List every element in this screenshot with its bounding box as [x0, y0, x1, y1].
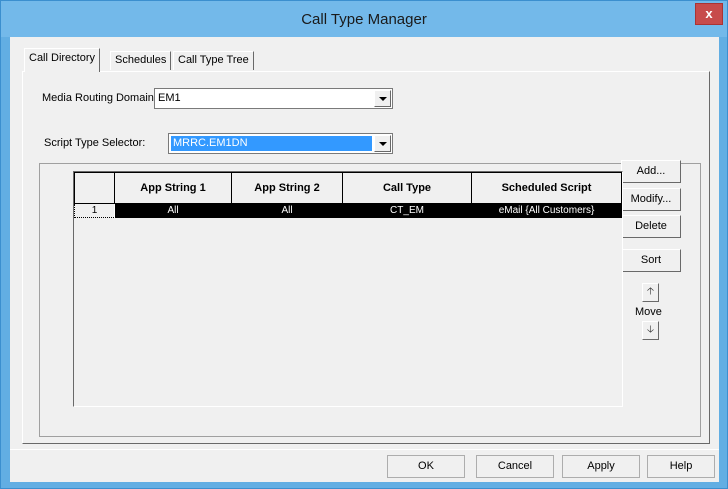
table-row[interactable]: 1 All All CT_EM eMail {All Customers}: [74, 203, 622, 218]
sort-button[interactable]: Sort: [621, 249, 681, 272]
call-type-manager-window: Call Type Manager x Call Directory Sched…: [0, 0, 728, 489]
move-label: Move: [635, 306, 662, 318]
help-button[interactable]: Help: [647, 455, 715, 478]
tab-call-type-tree[interactable]: Call Type Tree: [173, 51, 254, 70]
chevron-down-icon[interactable]: [374, 135, 391, 152]
add-button[interactable]: Add...: [621, 160, 681, 183]
footer-divider: [10, 449, 719, 450]
column-header-scheduled-script[interactable]: Scheduled Script: [471, 172, 622, 204]
column-header-app-string-2[interactable]: App String 2: [231, 172, 343, 204]
cancel-button[interactable]: Cancel: [476, 455, 554, 478]
ok-button[interactable]: OK: [387, 455, 465, 478]
script-type-selector-label: Script Type Selector:: [44, 137, 146, 149]
window-title: Call Type Manager: [301, 11, 427, 28]
chevron-down-icon[interactable]: [374, 90, 391, 107]
arrow-down-icon: 🡣: [646, 324, 655, 335]
delete-button[interactable]: Delete: [621, 215, 681, 238]
grid-header-row: App String 1 App String 2 Call Type Sche…: [74, 172, 622, 204]
script-type-selector-value: MRRC.EM1DN: [171, 136, 372, 151]
title-bar[interactable]: Call Type Manager x: [1, 1, 727, 37]
column-header-call-type[interactable]: Call Type: [342, 172, 472, 204]
grid-table: App String 1 App String 2 Call Type Sche…: [74, 172, 622, 218]
column-header-app-string-1[interactable]: App String 1: [114, 172, 232, 204]
call-directory-grid[interactable]: App String 1 App String 2 Call Type Sche…: [73, 171, 623, 407]
close-button[interactable]: x: [695, 3, 723, 25]
media-routing-domain-value: EM1: [158, 92, 181, 104]
tab-schedules[interactable]: Schedules: [110, 51, 172, 70]
arrow-up-icon: 🡡: [646, 286, 655, 297]
row-number-header: [74, 172, 115, 204]
app-string-1-cell[interactable]: All: [114, 203, 232, 218]
call-type-cell[interactable]: CT_EM: [342, 203, 472, 218]
move-up-button[interactable]: 🡡: [642, 283, 659, 302]
row-number-cell[interactable]: 1: [74, 203, 115, 218]
modify-button[interactable]: Modify...: [621, 188, 681, 211]
scheduled-script-cell[interactable]: eMail {All Customers}: [471, 203, 622, 218]
script-type-selector-select[interactable]: MRRC.EM1DN: [168, 133, 393, 154]
media-routing-domain-select[interactable]: EM1: [154, 88, 393, 109]
dialog-client-area: Call Directory Schedules Call Type Tree …: [10, 37, 719, 482]
tab-call-directory[interactable]: Call Directory: [24, 48, 101, 72]
app-string-2-cell[interactable]: All: [231, 203, 343, 218]
media-routing-domain-label: Media Routing Domain:: [42, 92, 157, 104]
move-down-button[interactable]: 🡣: [642, 321, 659, 340]
apply-button[interactable]: Apply: [562, 455, 640, 478]
